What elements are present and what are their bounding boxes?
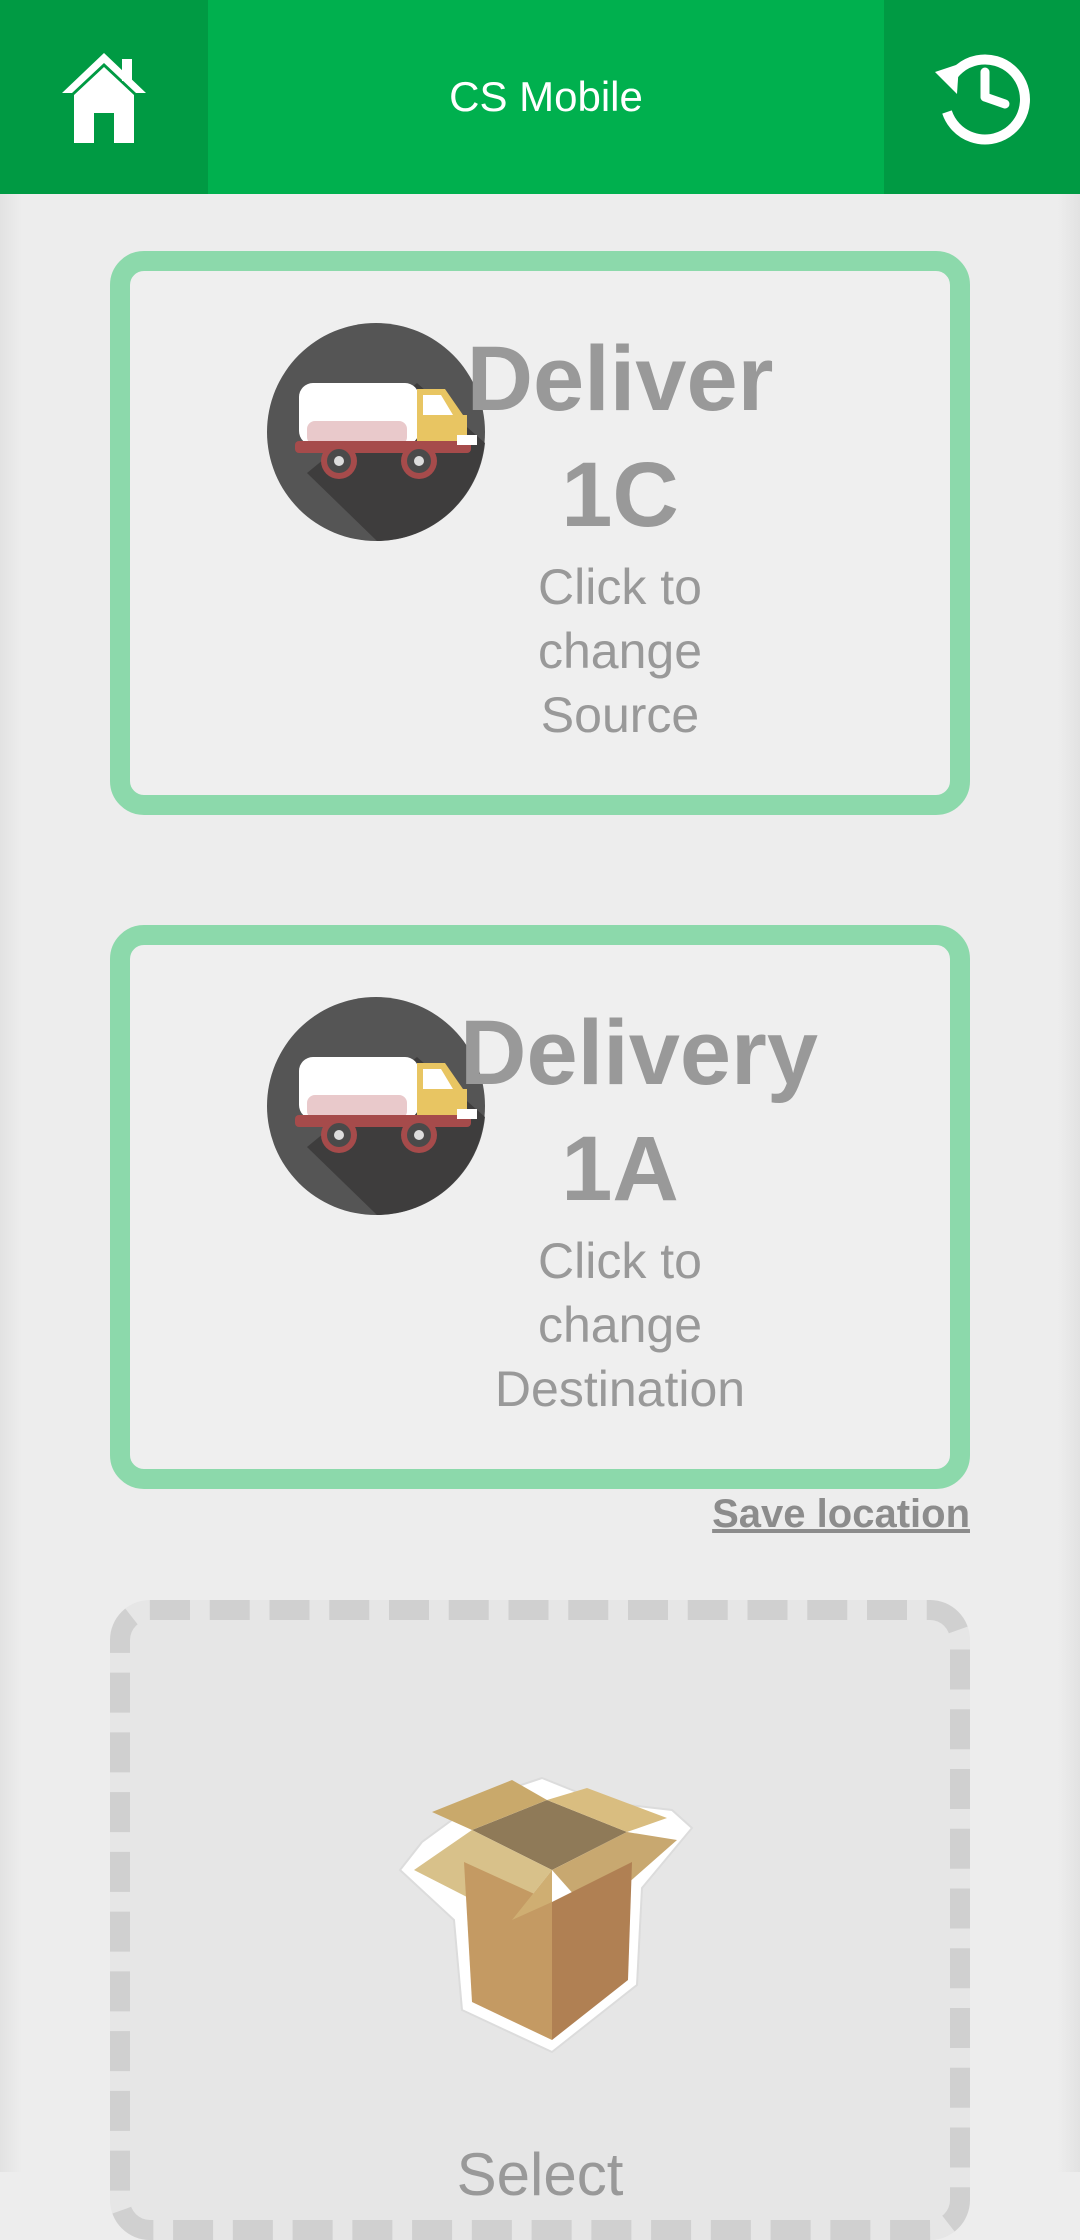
source-card-hint: Click to change Source — [460, 555, 780, 747]
app-header: CS Mobile — [0, 0, 1080, 194]
page-edge — [0, 194, 22, 2172]
select-item-label: Select — [456, 2141, 624, 2208]
destination-card-hint: Click to change Destination — [460, 1229, 780, 1421]
destination-heading-line: 1A — [561, 1118, 679, 1220]
source-hint-line: change — [537, 623, 703, 679]
history-button[interactable] — [884, 0, 1080, 194]
source-card-heading: Deliver 1C — [460, 321, 780, 553]
app-title: CS Mobile — [449, 73, 643, 120]
source-hint-line: Click to — [538, 559, 702, 615]
source-heading-line: Deliver — [466, 328, 774, 430]
destination-hint-line: Destination — [494, 1361, 746, 1417]
source-heading-line: 1C — [561, 444, 679, 546]
open-box-icon — [398, 1776, 694, 2054]
delivery-truck-icon — [267, 997, 485, 1215]
destination-location-card[interactable]: Delivery 1A Click to change Destination — [110, 925, 970, 1489]
source-location-card[interactable]: Deliver 1C Click to change Source — [110, 251, 970, 815]
delivery-truck-icon — [267, 323, 485, 541]
save-location-link[interactable]: Save location — [712, 1492, 970, 1537]
source-hint-line: Source — [540, 687, 700, 743]
home-icon — [62, 53, 146, 143]
source-card-text: Deliver 1C Click to change Source — [460, 321, 780, 747]
destination-hint-line: change — [537, 1297, 703, 1353]
destination-card-heading: Delivery 1A — [460, 995, 819, 1227]
destination-card-text: Delivery 1A Click to change Destination — [460, 995, 819, 1421]
history-icon — [935, 54, 1030, 145]
select-item-box[interactable]: Select — [110, 1600, 970, 2240]
home-button[interactable] — [0, 0, 208, 194]
destination-hint-line: Click to — [538, 1233, 702, 1289]
page-edge — [1058, 194, 1080, 2172]
destination-heading-line: Delivery — [460, 1002, 819, 1104]
